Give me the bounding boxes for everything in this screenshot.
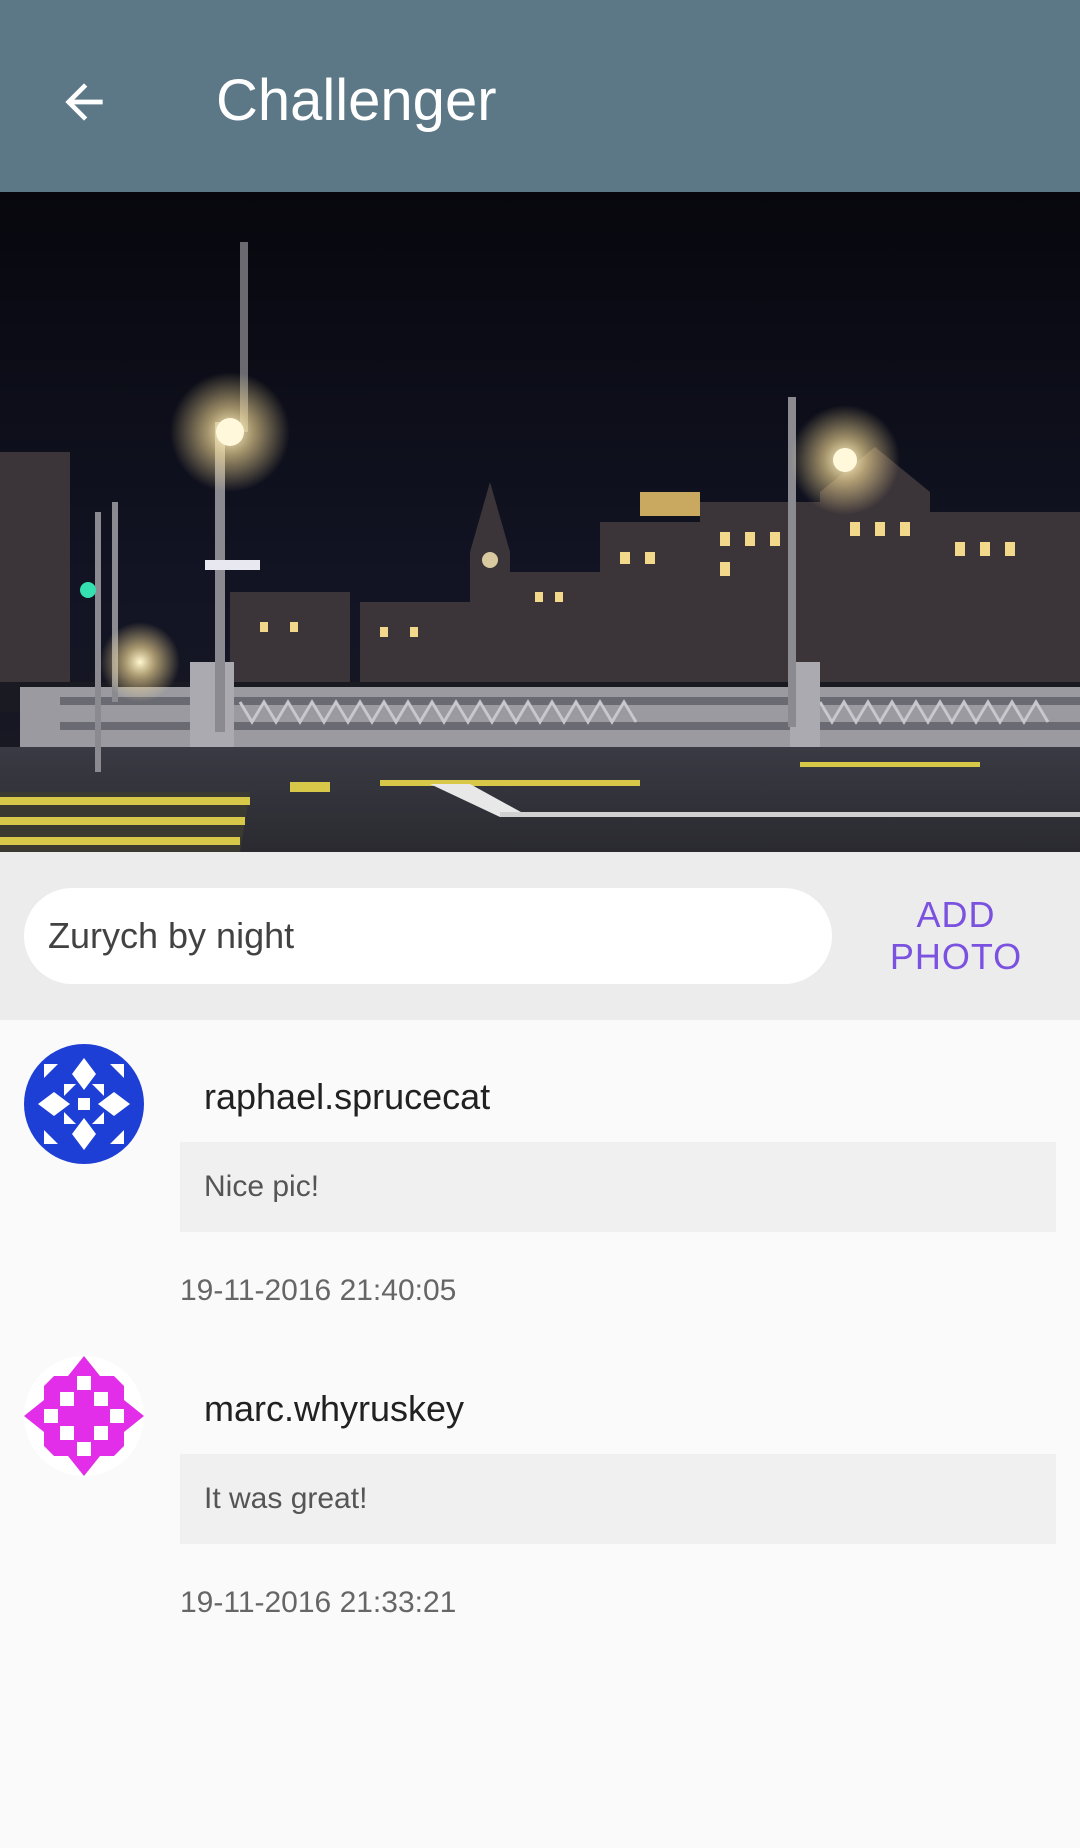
comment-timestamp: 19-11-2016 21:33:21 bbox=[180, 1586, 457, 1619]
composer-bar: ADD PHOTO bbox=[0, 852, 1080, 1020]
challenge-photo bbox=[0, 192, 1080, 852]
identicon-icon bbox=[24, 1356, 144, 1476]
arrow-left-icon bbox=[65, 83, 103, 121]
page-title: Challenger bbox=[216, 68, 497, 133]
comment-username[interactable]: raphael.sprucecat bbox=[204, 1076, 490, 1118]
back-button[interactable] bbox=[40, 58, 128, 146]
comment-bubble: It was great! bbox=[180, 1454, 1056, 1544]
add-photo-button[interactable]: ADD PHOTO bbox=[846, 888, 1066, 984]
comment-username[interactable]: marc.whyruskey bbox=[204, 1388, 464, 1430]
app-bar: Challenger bbox=[0, 0, 1080, 192]
comment-text: Nice pic! bbox=[204, 1170, 320, 1203]
comment-item: marc.whyruskey It was great! 19-11-2016 … bbox=[0, 1332, 1080, 1644]
comment-timestamp: 19-11-2016 21:40:05 bbox=[180, 1274, 457, 1307]
comment-item: raphael.sprucecat Nice pic! 19-11-2016 2… bbox=[0, 1020, 1080, 1332]
identicon-icon bbox=[24, 1044, 144, 1164]
avatar[interactable] bbox=[24, 1356, 144, 1476]
comments-list: raphael.sprucecat Nice pic! 19-11-2016 2… bbox=[0, 1020, 1080, 1644]
comment-text: It was great! bbox=[204, 1482, 368, 1515]
avatar[interactable] bbox=[24, 1044, 144, 1164]
comment-bubble: Nice pic! bbox=[180, 1142, 1056, 1232]
caption-input[interactable] bbox=[24, 888, 832, 984]
